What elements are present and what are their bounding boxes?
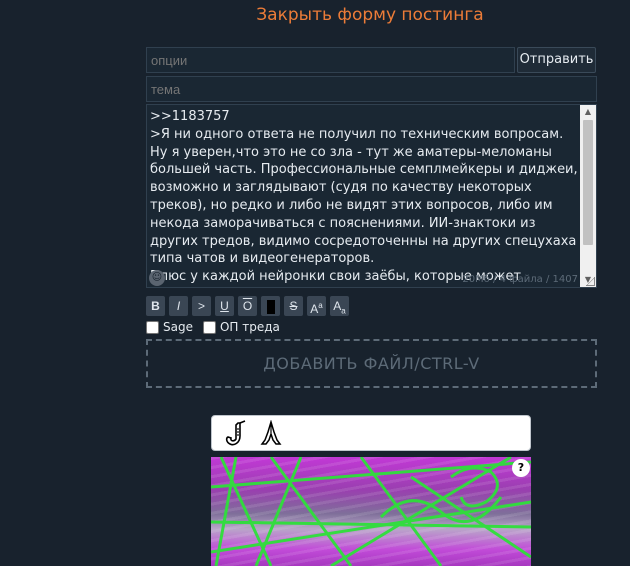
captcha-noise-lines: [211, 457, 531, 566]
post-options: Sage ОП треда: [146, 320, 280, 334]
sage-label: Sage: [163, 320, 193, 334]
overline-button[interactable]: O: [238, 296, 257, 316]
captcha-icons: [222, 420, 282, 448]
posting-form: Закрыть форму постинга Отправить >>11837…: [0, 0, 630, 566]
subscript-button[interactable]: Aa: [330, 296, 349, 316]
scroll-up-arrow-icon[interactable]: ▲: [580, 105, 596, 119]
strikethrough-button[interactable]: S: [284, 296, 303, 316]
captcha-emoji-box[interactable]: [211, 415, 531, 451]
options-input[interactable]: [146, 47, 515, 73]
superscript-small: a: [318, 301, 323, 310]
scroll-thumb[interactable]: [583, 120, 593, 245]
markup-toolbar: B I > U O S Aa Aa: [146, 296, 349, 318]
op-checkbox-box[interactable]: [202, 320, 216, 334]
spoiler-icon: [266, 299, 275, 314]
italic-button[interactable]: I: [169, 296, 188, 316]
send-button[interactable]: Отправить: [517, 47, 596, 73]
sage-checkbox-box[interactable]: [146, 320, 159, 334]
message-text: >>1183757 >Я ни одного ответа не получил…: [150, 109, 578, 287]
message-textarea[interactable]: >>1183757 >Я ни одного ответа не получил…: [146, 104, 597, 288]
underline-button[interactable]: U: [215, 296, 234, 316]
quote-button[interactable]: >: [192, 296, 211, 316]
op-label: ОП треда: [219, 320, 280, 334]
saxophone-icon[interactable]: [222, 420, 248, 448]
textarea-scrollbar[interactable]: ▲ ▼: [580, 105, 596, 287]
file-counter: 20Мб / 4 файла / 1407: [462, 274, 578, 285]
subject-input[interactable]: [146, 76, 597, 102]
op-checkbox[interactable]: ОП треда: [202, 320, 280, 334]
bold-button[interactable]: B: [146, 296, 165, 316]
spoiler-button[interactable]: [261, 296, 280, 316]
sage-checkbox[interactable]: Sage: [146, 320, 193, 334]
close-posting-form-link[interactable]: Закрыть форму постинга: [0, 5, 630, 25]
resize-grip-icon[interactable]: [586, 277, 595, 286]
captcha-help-button[interactable]: ?: [512, 459, 530, 477]
subscript-small: a: [341, 306, 346, 316]
superscript-button[interactable]: Aa: [307, 296, 326, 316]
emoji-icon[interactable]: ☺: [149, 270, 165, 286]
captcha-image: ?: [211, 457, 531, 566]
file-dropzone[interactable]: ДОБАВИТЬ ФАЙЛ/CTRL-V: [146, 339, 597, 388]
praying-hands-icon[interactable]: [260, 420, 282, 448]
